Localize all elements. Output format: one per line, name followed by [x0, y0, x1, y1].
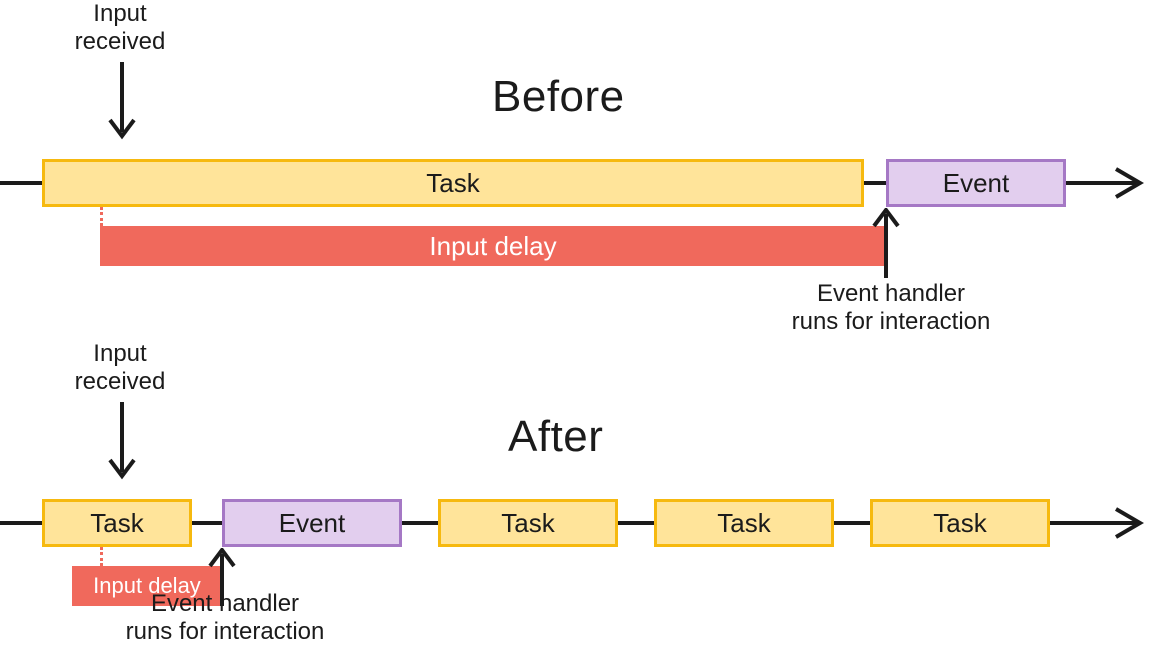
after-event-block: Event	[222, 499, 402, 547]
after-input-received-label: Input received	[60, 340, 180, 395]
after-task-block-3: Task	[654, 499, 834, 547]
before-event-handler-label: Event handler runs for interaction	[776, 280, 1006, 335]
diagram-stage: Before Input received Task Event Input d…	[0, 0, 1155, 647]
after-task-block-2: Task	[438, 499, 618, 547]
after-input-received-arrow	[108, 402, 136, 480]
before-dotted-connector	[100, 207, 103, 226]
after-task-block-1: Task	[42, 499, 192, 547]
before-heading: Before	[492, 72, 625, 122]
before-input-received-arrow	[108, 62, 136, 140]
before-event-handler-arrow	[872, 208, 900, 278]
after-task-block-4: Task	[870, 499, 1050, 547]
before-input-delay-bar: Input delay	[100, 226, 886, 266]
before-task-block: Task	[42, 159, 864, 207]
after-dotted-connector	[100, 547, 103, 566]
before-event-block: Event	[886, 159, 1066, 207]
before-input-received-label: Input received	[60, 0, 180, 55]
after-heading: After	[508, 412, 603, 462]
after-event-handler-label: Event handler runs for interaction	[110, 590, 340, 645]
